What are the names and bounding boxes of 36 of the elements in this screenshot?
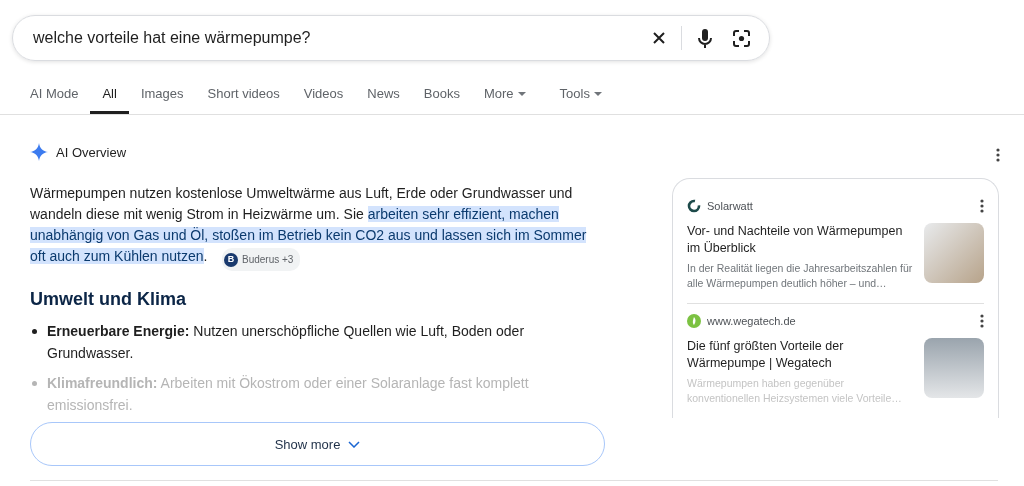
source-title[interactable]: Die fünf größten Vorteile der Wärmepumpe | Wegatech (687, 338, 914, 372)
bullet-text: Klimafreundlich: Arbeiten mit Ökostrom oder einer Solaranlage fast komplett emissionsfrei. (47, 374, 530, 415)
overview-title: AI Overview (56, 144, 127, 160)
camera-icon (732, 29, 751, 47)
search-tab[interactable]: All (90, 83, 129, 114)
sparkle-icon (30, 143, 48, 161)
section-heading: Umwelt und Klima (30, 289, 187, 310)
source-site[interactable]: www.wegatech.de (707, 315, 796, 327)
site-logo-icon (687, 314, 701, 328)
source-title[interactable]: Vor- und Nachteile von Wärmepumpen im Überblick (687, 223, 914, 257)
caret-icon (593, 92, 602, 96)
search-tab[interactable]: More (471, 83, 538, 114)
site-logo-icon (687, 199, 701, 213)
bullet-dot (32, 381, 37, 386)
bullet-dot (32, 329, 37, 334)
close-icon (653, 32, 665, 44)
chevron-down-icon (348, 440, 361, 448)
caret-icon (517, 92, 526, 96)
source-snippet: In der Realität liegen die Jahresarbeitszahlen für alle Wärmepumpen deutlich höher – und… (687, 261, 914, 291)
search-tab[interactable]: AI Mode (18, 83, 91, 114)
search-tab[interactable]: Tools (547, 83, 614, 114)
more-options-icon[interactable] (980, 199, 984, 213)
search-tab[interactable]: Videos (291, 83, 356, 114)
source-site[interactable]: Solarwatt (707, 200, 753, 212)
source-snippet: Wärmepumpen haben gegenüber konventionellen Heizsystemen viele Vorteile… (687, 376, 903, 406)
search-field[interactable]: welche vorteile hat eine wärmepumpe? (31, 28, 637, 48)
more-options-icon[interactable] (980, 314, 984, 328)
overview-menu-button[interactable] (996, 148, 1000, 162)
show-more-button[interactable]: Show more (30, 422, 605, 466)
bullet-text: Erneuerbare Energie: Nutzen unerschöpfliche Quellen wie Luft, Boden oder Grundwasser. (47, 322, 526, 363)
microphone-icon (698, 28, 712, 48)
search-tab[interactable]: Books (411, 83, 472, 114)
search-tab[interactable]: News (355, 83, 412, 114)
search-tab[interactable]: Images (128, 83, 196, 114)
search-tab[interactable]: Short videos (195, 83, 292, 114)
citation-chip[interactable]: B Buderus +3 (222, 248, 301, 271)
